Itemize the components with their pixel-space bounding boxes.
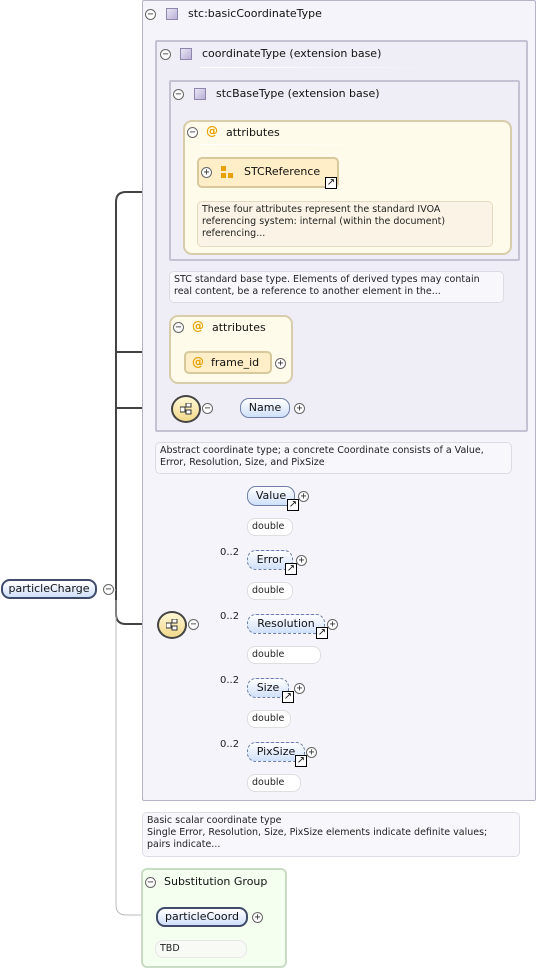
- complex-type-icon: [194, 88, 206, 100]
- element-label: Name: [248, 401, 282, 414]
- collapse-icon[interactable]: −: [188, 619, 199, 630]
- reference-arrow-icon[interactable]: ↗: [287, 499, 299, 511]
- element-Name[interactable]: Name: [240, 398, 290, 418]
- coordinate-type-documentation: Abstract coordinate type; a concrete Coo…: [155, 442, 512, 474]
- sequence-compositor-icon[interactable]: [157, 611, 187, 639]
- collapse-icon[interactable]: −: [173, 89, 184, 100]
- collapse-icon[interactable]: −: [202, 403, 213, 414]
- attributes-title: attributes: [212, 321, 266, 334]
- collapse-icon[interactable]: −: [103, 584, 114, 595]
- expand-icon[interactable]: +: [294, 403, 305, 414]
- attribute-group-icon: [221, 166, 233, 178]
- element-label: Error: [256, 553, 284, 566]
- attribute-label: frame_id: [211, 356, 260, 369]
- element-label: Resolution: [257, 617, 315, 630]
- cardinality-label: 0..2: [220, 547, 240, 558]
- expand-icon[interactable]: +: [252, 912, 263, 923]
- collapse-icon[interactable]: −: [173, 322, 184, 333]
- expand-icon[interactable]: +: [275, 358, 286, 369]
- attributes-title: attributes: [226, 126, 280, 139]
- expand-icon[interactable]: +: [306, 747, 317, 758]
- cardinality-label: 0..2: [220, 739, 240, 750]
- reference-arrow-icon[interactable]: ↗: [316, 627, 328, 639]
- complex-type-icon: [166, 8, 178, 20]
- element-label: Value: [255, 489, 287, 502]
- element-label: PixSize: [256, 745, 296, 758]
- expand-icon[interactable]: +: [294, 683, 305, 694]
- expand-icon[interactable]: +: [298, 491, 309, 502]
- extension-title: coordinateType (extension base): [202, 47, 382, 60]
- element-type: double: [247, 774, 301, 792]
- basic-coordinate-type-documentation: Basic scalar coordinate type Single Erro…: [142, 812, 520, 857]
- extension-title: stcBaseType (extension base): [216, 87, 380, 100]
- expand-icon[interactable]: +: [296, 555, 307, 566]
- complex-type-icon: [180, 48, 192, 60]
- cardinality-label: 0..2: [220, 675, 240, 686]
- element-type: double: [247, 518, 293, 536]
- cardinality-label: 0..2: [220, 611, 240, 622]
- expand-icon[interactable]: +: [201, 167, 212, 178]
- element-type: double: [247, 646, 321, 664]
- reference-arrow-icon[interactable]: ↗: [282, 691, 294, 703]
- root-element-label: particleCharge: [8, 582, 90, 595]
- attribute-group-label: STCReference: [244, 165, 321, 178]
- reference-arrow-icon[interactable]: ↗: [325, 177, 337, 189]
- title-underline: [200, 67, 440, 68]
- attribute-icon: @: [192, 355, 204, 369]
- collapse-icon[interactable]: −: [145, 877, 156, 888]
- attribute-icon: @: [206, 124, 218, 138]
- stc-base-type-documentation: STC standard base type. Elements of deri…: [169, 271, 504, 303]
- attribute-icon: @: [192, 319, 204, 333]
- element-label: particleCoord: [165, 910, 239, 923]
- collapse-icon[interactable]: −: [160, 49, 171, 60]
- expand-icon[interactable]: +: [327, 619, 338, 630]
- substitution-documentation: TBD: [155, 940, 247, 958]
- element-type: double: [247, 710, 291, 728]
- element-label: Size: [256, 681, 280, 694]
- collapse-icon[interactable]: −: [187, 127, 198, 138]
- substitution-group-title: Substitution Group: [164, 875, 268, 888]
- reference-arrow-icon[interactable]: ↗: [295, 755, 307, 767]
- sequence-compositor-icon[interactable]: [171, 395, 201, 423]
- root-element-particleCharge[interactable]: particleCharge: [1, 579, 97, 599]
- element-particleCoord[interactable]: particleCoord: [156, 907, 248, 927]
- reference-arrow-icon[interactable]: ↗: [285, 563, 297, 575]
- title-underline: [200, 144, 400, 145]
- element-Resolution[interactable]: Resolution: [247, 614, 325, 634]
- type-title: stc:basicCoordinateType: [188, 7, 322, 20]
- collapse-icon[interactable]: −: [145, 9, 156, 20]
- attributes-documentation: These four attributes represent the stan…: [197, 201, 493, 247]
- element-type: double: [247, 582, 293, 600]
